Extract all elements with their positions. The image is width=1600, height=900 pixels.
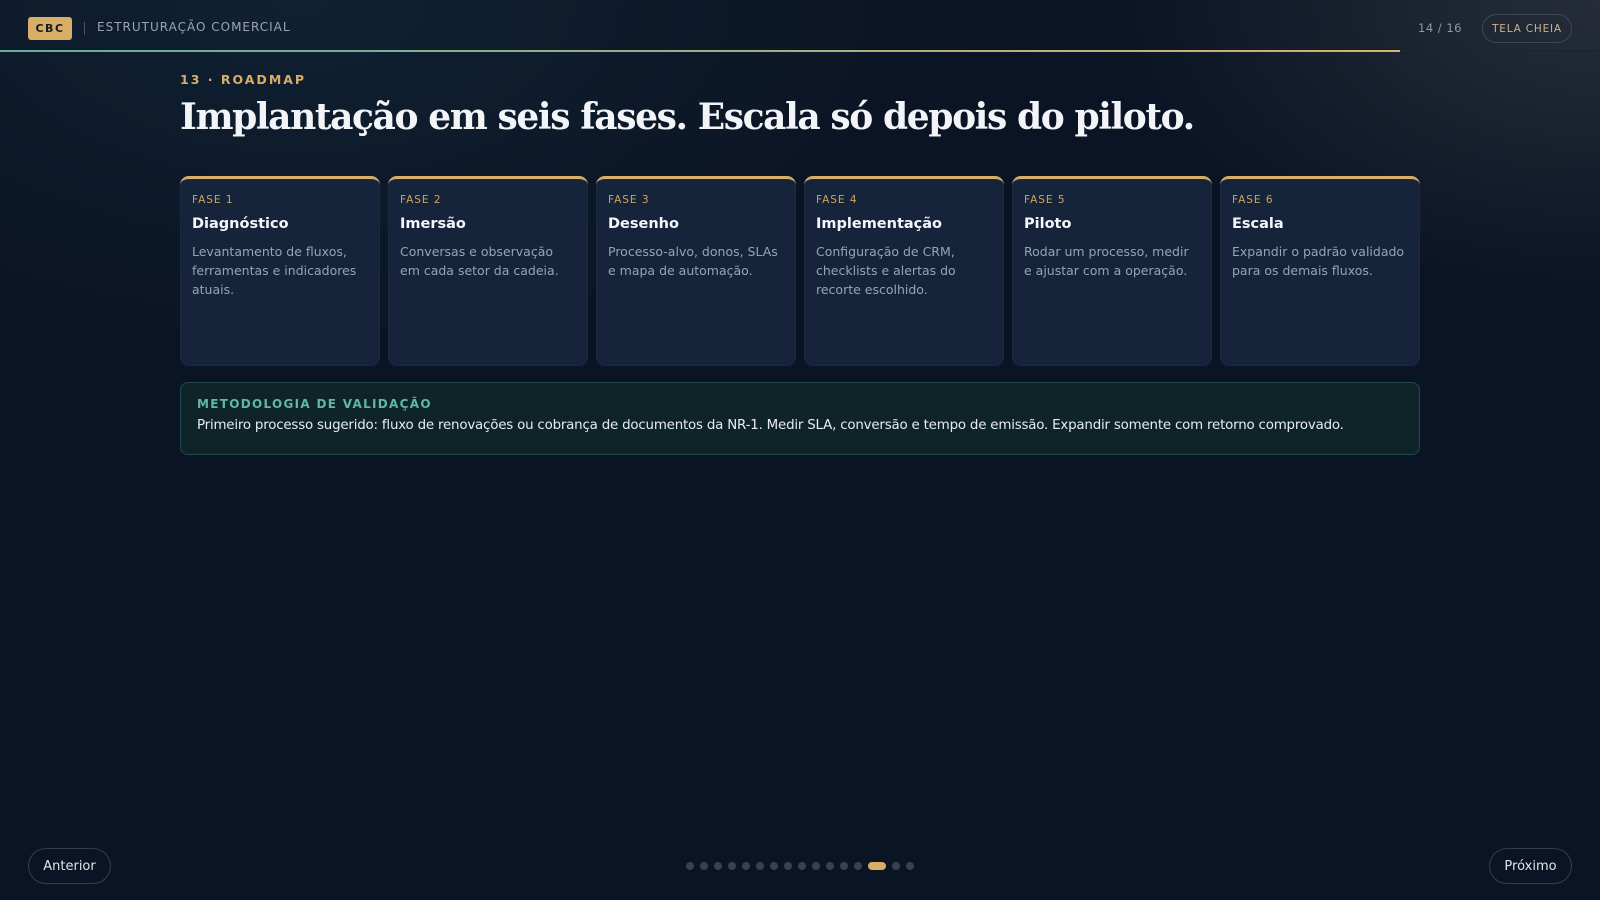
phase-card-1: FASE 1 Diagnóstico Levantamento de fluxo… xyxy=(180,176,380,366)
top-bar: CBC ESTRUTURAÇÃO COMERCIAL 14 / 16 TELA … xyxy=(0,0,1600,52)
pagination-dot-10[interactable] xyxy=(812,862,820,870)
pagination-dot-12[interactable] xyxy=(840,862,848,870)
fullscreen-button[interactable]: TELA CHEIA xyxy=(1482,14,1572,43)
phase-title: Diagnóstico xyxy=(192,216,289,232)
phase-description: Conversas e observação em cada setor da … xyxy=(400,244,559,278)
pagination-dot-2[interactable] xyxy=(700,862,708,870)
methodology-label: METODOLOGIA DE VALIDAÇÃO xyxy=(197,397,432,411)
pagination-dot-11[interactable] xyxy=(826,862,834,870)
phase-card-2: FASE 2 Imersão Conversas e observação em… xyxy=(388,176,588,366)
phase-title: Escala xyxy=(1232,216,1284,232)
slide-counter: 14 / 16 xyxy=(1418,21,1462,35)
pagination-dot-7[interactable] xyxy=(770,862,778,870)
pagination-dot-1[interactable] xyxy=(686,862,694,870)
section-title: ESTRUTURAÇÃO COMERCIAL xyxy=(97,20,291,34)
phase-description: Levantamento de fluxos, ferramentas e in… xyxy=(192,244,357,297)
phase-card-4: FASE 4 Implementação Configuração de CRM… xyxy=(804,176,1004,366)
phase-card-3: FASE 3 Desenho Processo-alvo, donos, SLA… xyxy=(596,176,796,366)
phase-description: Rodar um processo, medir e ajustar com a… xyxy=(1024,244,1189,278)
next-button[interactable]: Próximo xyxy=(1489,848,1572,884)
pagination-dot-4[interactable] xyxy=(728,862,736,870)
phase-description: Processo-alvo, donos, SLAs e mapa de aut… xyxy=(608,244,778,278)
brand-logo: CBC xyxy=(28,17,72,40)
slide-eyebrow: 13 · ROADMAP xyxy=(180,72,307,87)
phase-cards: FASE 1 Diagnóstico Levantamento de fluxo… xyxy=(180,176,1420,366)
phase-description: Expandir o padrão validado para os demai… xyxy=(1232,244,1405,278)
phase-title: Piloto xyxy=(1024,216,1072,232)
pagination-dot-8[interactable] xyxy=(784,862,792,870)
phase-label: FASE 2 xyxy=(400,194,442,206)
phase-label: FASE 6 xyxy=(1232,194,1274,206)
phase-description: Configuração de CRM, checklists e alerta… xyxy=(816,244,956,297)
header-divider xyxy=(84,22,85,35)
slide-title: Implantação em seis fases. Escala só dep… xyxy=(180,96,1195,138)
pagination-dot-9[interactable] xyxy=(798,862,806,870)
pagination-dot-5[interactable] xyxy=(742,862,750,870)
progress-bar xyxy=(0,50,1600,52)
pagination-dot-14[interactable] xyxy=(868,862,886,870)
pagination-dot-13[interactable] xyxy=(854,862,862,870)
methodology-callout: METODOLOGIA DE VALIDAÇÃO Primeiro proces… xyxy=(180,382,1420,455)
phase-title: Implementação xyxy=(816,216,943,232)
phase-label: FASE 4 xyxy=(816,194,858,206)
pagination-dot-16[interactable] xyxy=(906,862,914,870)
progress-bar-fill xyxy=(0,50,1400,52)
phase-label: FASE 3 xyxy=(608,194,650,206)
phase-title: Imersão xyxy=(400,216,466,232)
previous-button[interactable]: Anterior xyxy=(28,848,111,884)
phase-card-6: FASE 6 Escala Expandir o padrão validado… xyxy=(1220,176,1420,366)
pagination-dot-6[interactable] xyxy=(756,862,764,870)
slide-pagination xyxy=(686,862,914,870)
methodology-text: Primeiro processo sugerido: fluxo de ren… xyxy=(197,418,1344,433)
phase-title: Desenho xyxy=(608,216,679,232)
phase-label: FASE 5 xyxy=(1024,194,1066,206)
phase-label: FASE 1 xyxy=(192,194,234,206)
phase-card-5: FASE 5 Piloto Rodar um processo, medir e… xyxy=(1012,176,1212,366)
pagination-dot-15[interactable] xyxy=(892,862,900,870)
pagination-dot-3[interactable] xyxy=(714,862,722,870)
